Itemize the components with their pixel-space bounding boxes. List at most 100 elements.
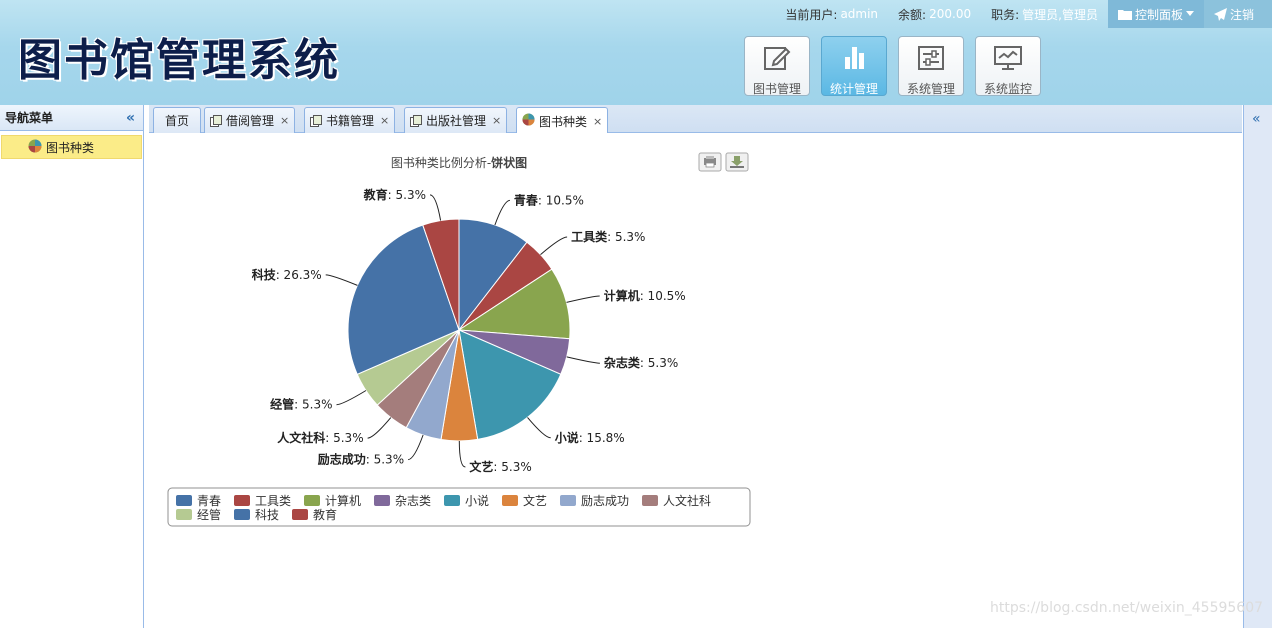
module-label: 系统监控 (983, 82, 1032, 96)
current-user-label: 当前用户: (785, 7, 838, 22)
legend-label: 杂志类 (395, 494, 431, 508)
tab-label: 图书种类 (539, 114, 588, 129)
legend-item-0[interactable]: 青春 (176, 494, 221, 508)
legend-item-10[interactable]: 教育 (292, 507, 337, 522)
tab-strip: 首页 借阅管理 × 书籍管理 × 出版社管理 × 图书种类 × (149, 105, 1242, 134)
tab-label: 出版社管理 (426, 114, 487, 128)
module-statistics-button[interactable]: 统计管理 (821, 36, 887, 96)
legend-label: 文艺 (523, 493, 547, 508)
nav-header: 导航菜单 « (0, 105, 143, 131)
pie-connector-7 (367, 417, 392, 439)
module-system-monitor-button[interactable]: 系统监控 (975, 36, 1041, 96)
legend-label: 工具类 (255, 494, 291, 508)
legend-swatch (176, 509, 192, 520)
pie-label-6: 励志成功: 5.3% (318, 452, 404, 467)
settings-panel-icon (916, 43, 946, 76)
right-collapsed-panel: « (1243, 105, 1272, 628)
module-buttons: 图书管理 统计管理 系统管理 系统监控 (744, 36, 1041, 96)
legend-swatch (234, 495, 250, 506)
close-icon[interactable]: × (492, 114, 501, 127)
legend-item-2[interactable]: 计算机 (304, 493, 361, 508)
legend-label: 青春 (197, 494, 221, 508)
close-icon[interactable]: × (380, 114, 389, 127)
nav-item-label: 图书种类 (46, 140, 95, 155)
page-icon (210, 114, 222, 127)
tab-borrow-management[interactable]: 借阅管理 × (204, 107, 296, 133)
nav-title: 导航菜单 (5, 111, 54, 125)
tab-label: 书籍管理 (326, 114, 375, 128)
logout-button[interactable]: 注销 (1203, 0, 1272, 28)
page-icon (410, 114, 422, 127)
legend-item-7[interactable]: 人文社科 (642, 493, 711, 508)
edit-icon (762, 43, 792, 76)
legend-item-9[interactable]: 科技 (234, 508, 279, 522)
legend-swatch (292, 509, 308, 520)
module-system-management-button[interactable]: 系统管理 (898, 36, 964, 96)
tab-label: 首页 (165, 114, 190, 128)
nav-item-book-category[interactable]: 图书种类 (1, 135, 142, 159)
pie-label-3: 杂志类: 5.3% (604, 355, 678, 370)
tab-label: 借阅管理 (226, 114, 275, 128)
pie-label-7: 人文社科: 5.3% (277, 430, 363, 445)
pie-connector-10 (429, 194, 442, 221)
chart-title-bold: 饼状图 (491, 155, 527, 170)
close-icon[interactable]: × (280, 114, 289, 127)
legend-swatch (304, 495, 320, 506)
collapse-left-icon[interactable]: « (126, 110, 135, 126)
legend-item-8[interactable]: 经管 (176, 507, 221, 522)
control-panel-label: 控制面板 (1134, 7, 1183, 22)
balance-value: 200.00 (929, 7, 972, 21)
pie-connector-6 (407, 434, 424, 461)
page-icon (310, 114, 322, 127)
tab-book-category[interactable]: 图书种类 × (516, 107, 609, 134)
legend-item-1[interactable]: 工具类 (234, 494, 291, 508)
legend-label: 经管 (197, 507, 221, 522)
print-button[interactable] (698, 152, 722, 172)
pie-connector-4 (527, 417, 551, 439)
pie-connector-9 (325, 274, 358, 286)
legend-swatch (502, 495, 518, 506)
tab-home[interactable]: 首页 (153, 107, 202, 133)
legend-item-4[interactable]: 小说 (444, 493, 489, 508)
pie-connector-1 (540, 236, 568, 255)
expand-right-icon[interactable]: « (1252, 111, 1261, 127)
pie-label-5: 文艺: 5.3% (469, 459, 531, 474)
pie-label-2: 计算机: 10.5% (604, 288, 686, 303)
pie-label-1: 工具类: 5.3% (571, 229, 645, 244)
legend-label: 科技 (255, 508, 279, 522)
pie-label-0: 青春: 10.5% (514, 192, 584, 207)
folder-icon (1117, 8, 1132, 20)
control-panel-menu[interactable]: 控制面板 (1107, 0, 1204, 28)
balance: 余额: 200.00 (888, 0, 981, 28)
chart-title: 图书种类比例分析-饼状图 (391, 155, 527, 170)
legend-item-6[interactable]: 励志成功 (560, 494, 629, 508)
pie-label-10: 教育: 5.3% (363, 187, 426, 202)
role-label: 职务: (991, 7, 1020, 22)
module-label: 统计管理 (829, 82, 878, 96)
close-icon[interactable]: × (593, 115, 602, 128)
tab-book-management[interactable]: 书籍管理 × (304, 107, 396, 133)
legend-swatch (234, 509, 250, 520)
bar-chart-icon (839, 43, 869, 76)
current-user-value: admin (840, 7, 879, 21)
pie-slices (347, 218, 571, 442)
legend-label: 教育 (313, 507, 337, 522)
legend-item-5[interactable]: 文艺 (502, 493, 547, 508)
legend-swatch (374, 495, 390, 506)
role: 职务: 管理员,管理员 (981, 0, 1108, 28)
pie-label-4: 小说: 15.8% (555, 430, 625, 445)
pie-chart-icon (28, 139, 42, 156)
pie-chart: 图书种类比例分析-饼状图 青春: 10.5% 工具类: 5.3% 计算机: 10.5… (167, 152, 751, 527)
send-icon (1213, 7, 1227, 21)
module-label: 系统管理 (906, 82, 955, 96)
legend-item-3[interactable]: 杂志类 (374, 494, 431, 508)
module-book-management-button[interactable]: 图书管理 (744, 36, 810, 96)
chart-title-main: 图书种类比例分析- (391, 156, 491, 170)
caret-down-icon (1185, 11, 1194, 17)
tab-publisher-management[interactable]: 出版社管理 × (404, 107, 508, 133)
legend-label: 计算机 (325, 493, 361, 508)
pie-connector-2 (566, 295, 600, 303)
pie-label-9: 科技: 26.3% (252, 267, 322, 282)
legend-swatch (560, 495, 576, 506)
download-button[interactable] (725, 152, 749, 172)
